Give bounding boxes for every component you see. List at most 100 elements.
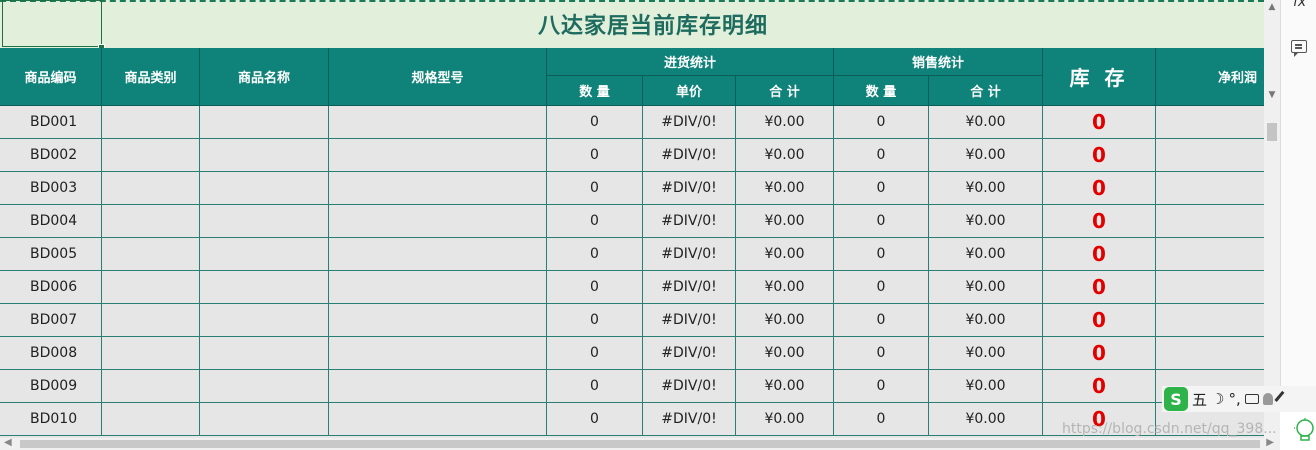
purchase-price-cell[interactable]: #DIV/0! bbox=[643, 205, 736, 238]
name-cell[interactable] bbox=[200, 205, 329, 238]
purchase-qty-cell[interactable]: 0 bbox=[547, 205, 643, 238]
category-cell[interactable] bbox=[102, 370, 200, 403]
header-purchase-price[interactable]: 单价 bbox=[643, 76, 736, 106]
code-cell[interactable]: BD005 bbox=[0, 238, 102, 271]
sales-total-cell[interactable]: ¥0.00 bbox=[929, 139, 1043, 172]
code-cell[interactable]: BD006 bbox=[0, 271, 102, 304]
profit-cell[interactable] bbox=[1156, 238, 1264, 271]
purchase-total-cell[interactable]: ¥0.00 bbox=[736, 304, 834, 337]
purchase-qty-cell[interactable]: 0 bbox=[547, 238, 643, 271]
code-cell[interactable]: BD004 bbox=[0, 205, 102, 238]
sales-qty-cell[interactable]: 0 bbox=[834, 370, 929, 403]
purchase-qty-cell[interactable]: 0 bbox=[547, 403, 643, 436]
purchase-price-cell[interactable]: #DIV/0! bbox=[643, 238, 736, 271]
name-cell[interactable] bbox=[200, 271, 329, 304]
stock-cell[interactable]: 0 bbox=[1043, 271, 1156, 304]
purchase-price-cell[interactable]: #DIV/0! bbox=[643, 139, 736, 172]
moon-icon[interactable]: ☽ bbox=[1211, 390, 1224, 408]
header-purchase-group[interactable]: 进货统计 bbox=[547, 48, 834, 76]
table-row[interactable]: BD004 0 #DIV/0! ¥0.00 0 ¥0.00 0 bbox=[0, 205, 1264, 238]
sales-total-cell[interactable]: ¥0.00 bbox=[929, 238, 1043, 271]
spreadsheet-grid[interactable]: 八达家居当前库存明细 商品编码 商品类别 商品名称 规格型号 进货统计 销售统计… bbox=[0, 0, 1264, 438]
scroll-down-arrow-icon[interactable]: ▼ bbox=[1267, 90, 1277, 100]
spec-cell[interactable] bbox=[329, 238, 547, 271]
sales-total-cell[interactable]: ¥0.00 bbox=[929, 106, 1043, 139]
stock-cell[interactable]: 0 bbox=[1043, 106, 1156, 139]
sales-qty-cell[interactable]: 0 bbox=[834, 106, 929, 139]
profit-cell[interactable] bbox=[1156, 205, 1264, 238]
profit-cell[interactable] bbox=[1156, 337, 1264, 370]
sales-qty-cell[interactable]: 0 bbox=[834, 139, 929, 172]
profit-cell[interactable] bbox=[1156, 172, 1264, 205]
horizontal-scrollbar[interactable]: ◀ ▶ bbox=[0, 437, 1280, 450]
stock-cell[interactable]: 0 bbox=[1043, 205, 1156, 238]
sales-total-cell[interactable]: ¥0.00 bbox=[929, 304, 1043, 337]
category-cell[interactable] bbox=[102, 238, 200, 271]
name-cell[interactable] bbox=[200, 139, 329, 172]
category-cell[interactable] bbox=[102, 337, 200, 370]
profit-cell[interactable] bbox=[1156, 271, 1264, 304]
sales-total-cell[interactable]: ¥0.00 bbox=[929, 205, 1043, 238]
table-row[interactable]: BD003 0 #DIV/0! ¥0.00 0 ¥0.00 0 bbox=[0, 172, 1264, 205]
punctuation-icon[interactable]: °, bbox=[1228, 390, 1240, 408]
header-purchase-total[interactable]: 合 计 bbox=[736, 76, 834, 106]
sales-total-cell[interactable]: ¥0.00 bbox=[929, 403, 1043, 436]
purchase-qty-cell[interactable]: 0 bbox=[547, 337, 643, 370]
spec-cell[interactable] bbox=[329, 139, 547, 172]
title-row[interactable]: 八达家居当前库存明细 bbox=[0, 0, 1264, 48]
profit-cell[interactable] bbox=[1156, 139, 1264, 172]
scroll-up-arrow-icon[interactable]: ▲ bbox=[1267, 2, 1277, 12]
code-cell[interactable]: BD007 bbox=[0, 304, 102, 337]
table-row[interactable]: BD001 0 #DIV/0! ¥0.00 0 ¥0.00 0 bbox=[0, 106, 1264, 139]
purchase-price-cell[interactable]: #DIV/0! bbox=[643, 370, 736, 403]
sales-qty-cell[interactable]: 0 bbox=[834, 172, 929, 205]
stock-cell[interactable]: 0 bbox=[1043, 172, 1156, 205]
purchase-total-cell[interactable]: ¥0.00 bbox=[736, 238, 834, 271]
ime-toolbar[interactable]: S 五 ☽ °, bbox=[1162, 386, 1316, 412]
profit-cell[interactable] bbox=[1156, 304, 1264, 337]
purchase-qty-cell[interactable]: 0 bbox=[547, 370, 643, 403]
table-row[interactable]: BD006 0 #DIV/0! ¥0.00 0 ¥0.00 0 bbox=[0, 271, 1264, 304]
sales-total-cell[interactable]: ¥0.00 bbox=[929, 337, 1043, 370]
header-spec[interactable]: 规格型号 bbox=[329, 48, 547, 106]
purchase-qty-cell[interactable]: 0 bbox=[547, 271, 643, 304]
scroll-left-arrow-icon[interactable]: ◀ bbox=[4, 437, 12, 448]
category-cell[interactable] bbox=[102, 205, 200, 238]
purchase-price-cell[interactable]: #DIV/0! bbox=[643, 172, 736, 205]
category-cell[interactable] bbox=[102, 304, 200, 337]
category-cell[interactable] bbox=[102, 403, 200, 436]
header-sales-group[interactable]: 销售统计 bbox=[834, 48, 1043, 76]
code-cell[interactable]: BD009 bbox=[0, 370, 102, 403]
sogou-logo-icon[interactable]: S bbox=[1164, 387, 1188, 411]
purchase-qty-cell[interactable]: 0 bbox=[547, 172, 643, 205]
spec-cell[interactable] bbox=[329, 403, 547, 436]
purchase-total-cell[interactable]: ¥0.00 bbox=[736, 403, 834, 436]
spec-cell[interactable] bbox=[329, 205, 547, 238]
table-row[interactable]: BD002 0 #DIV/0! ¥0.00 0 ¥0.00 0 bbox=[0, 139, 1264, 172]
header-code[interactable]: 商品编码 bbox=[0, 48, 102, 106]
spec-cell[interactable] bbox=[329, 370, 547, 403]
purchase-total-cell[interactable]: ¥0.00 bbox=[736, 205, 834, 238]
category-cell[interactable] bbox=[102, 271, 200, 304]
purchase-price-cell[interactable]: #DIV/0! bbox=[643, 403, 736, 436]
name-cell[interactable] bbox=[200, 172, 329, 205]
sales-total-cell[interactable]: ¥0.00 bbox=[929, 370, 1043, 403]
spec-cell[interactable] bbox=[329, 172, 547, 205]
table-row[interactable]: BD005 0 #DIV/0! ¥0.00 0 ¥0.00 0 bbox=[0, 238, 1264, 271]
header-stock[interactable]: 库 存 bbox=[1043, 48, 1156, 106]
scroll-right-arrow-icon[interactable]: ▶ bbox=[1266, 437, 1274, 448]
header-name[interactable]: 商品名称 bbox=[200, 48, 329, 106]
comment-icon[interactable] bbox=[1291, 40, 1307, 57]
code-cell[interactable]: BD010 bbox=[0, 403, 102, 436]
purchase-total-cell[interactable]: ¥0.00 bbox=[736, 370, 834, 403]
sales-total-cell[interactable]: ¥0.00 bbox=[929, 172, 1043, 205]
purchase-total-cell[interactable]: ¥0.00 bbox=[736, 106, 834, 139]
stock-cell[interactable]: 0 bbox=[1043, 304, 1156, 337]
table-row[interactable]: BD008 0 #DIV/0! ¥0.00 0 ¥0.00 0 bbox=[0, 337, 1264, 370]
sales-total-cell[interactable]: ¥0.00 bbox=[929, 271, 1043, 304]
category-cell[interactable] bbox=[102, 172, 200, 205]
purchase-total-cell[interactable]: ¥0.00 bbox=[736, 337, 834, 370]
header-purchase-qty[interactable]: 数 量 bbox=[547, 76, 643, 106]
purchase-price-cell[interactable]: #DIV/0! bbox=[643, 337, 736, 370]
sales-qty-cell[interactable]: 0 bbox=[834, 271, 929, 304]
